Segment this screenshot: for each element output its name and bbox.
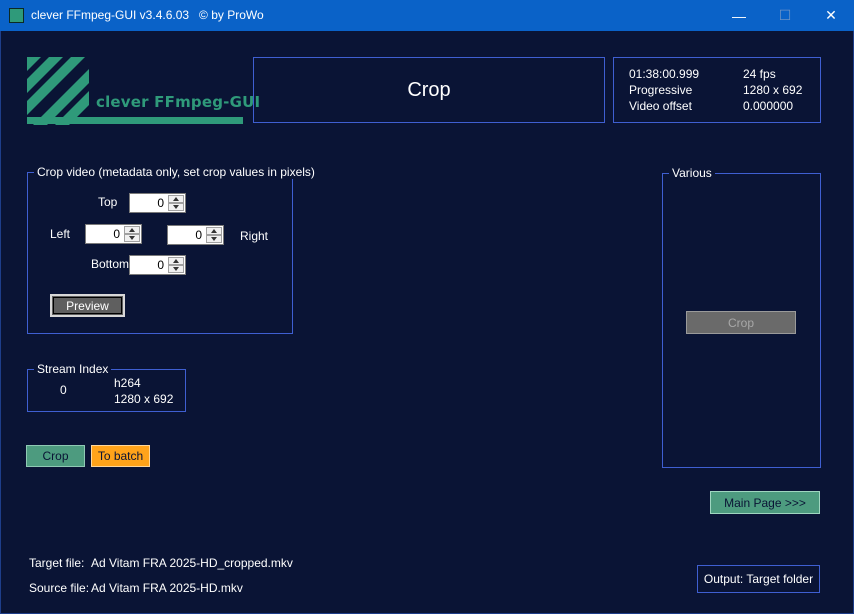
stream-resolution: 1280 x 692 (114, 392, 174, 406)
page-title-box: Crop (253, 57, 605, 123)
right-value: 0 (195, 228, 202, 242)
left-increment-icon[interactable] (124, 226, 140, 234)
top-label: Top (98, 195, 118, 209)
close-button[interactable]: ✕ (808, 0, 854, 31)
output-target-folder-button[interactable]: Output: Target folder (697, 565, 820, 593)
top-decrement-icon[interactable] (168, 203, 184, 211)
minimize-button[interactable]: — (716, 0, 762, 31)
ffmpeg-logo-icon (27, 57, 243, 125)
crop-group-label: Crop video (metadata only, set crop valu… (34, 165, 318, 179)
left-decrement-icon[interactable] (124, 234, 140, 242)
to-batch-button[interactable]: To batch (91, 445, 150, 467)
various-crop-button[interactable]: Crop (686, 311, 796, 334)
fps-value: 24 fps (743, 67, 776, 81)
video-offset-value: 0.000000 (743, 99, 794, 113)
video-info-box: 01:38:00.999 24 fps Progressive 1280 x 6… (613, 57, 821, 123)
scan-type-value: Progressive (629, 83, 693, 97)
stream-codec: h264 (114, 376, 141, 390)
various-group-label: Various (669, 166, 715, 180)
source-file-value: Ad Vitam FRA 2025-HD.mkv (91, 581, 243, 595)
bottom-stepper[interactable]: 0 (129, 255, 186, 275)
source-file-label: Source file: (29, 581, 90, 595)
target-file-label: Target file: (29, 556, 85, 570)
bottom-increment-icon[interactable] (168, 257, 184, 265)
video-offset-label: Video offset (629, 99, 692, 113)
app-icon (9, 8, 24, 23)
window-title: clever FFmpeg-GUI v3.4.6.03 © by ProWo (31, 8, 264, 22)
maximize-button[interactable]: ☐ (762, 0, 808, 31)
target-file-value: Ad Vitam FRA 2025-HD_cropped.mkv (91, 556, 293, 570)
left-stepper[interactable]: 0 (85, 224, 142, 244)
left-value: 0 (113, 227, 120, 241)
left-label: Left (50, 227, 71, 241)
bottom-decrement-icon[interactable] (168, 265, 184, 273)
title-bar[interactable]: clever FFmpeg-GUI v3.4.6.03 © by ProWo —… (0, 0, 854, 31)
right-decrement-icon[interactable] (206, 235, 222, 243)
stream-index-value: 0 (60, 383, 67, 397)
resolution-value: 1280 x 692 (743, 83, 803, 97)
bottom-label: Bottom (91, 257, 130, 271)
right-label: Right (240, 229, 269, 243)
right-stepper[interactable]: 0 (167, 225, 224, 245)
crop-button[interactable]: Crop (26, 445, 85, 467)
stream-index-label: Stream Index (34, 362, 112, 376)
main-page-button[interactable]: Main Page >>> (710, 491, 820, 514)
page-title: Crop (407, 78, 451, 101)
duration-value: 01:38:00.999 (629, 67, 700, 81)
top-increment-icon[interactable] (168, 195, 184, 203)
logo-text: clever FFmpeg-GUI (96, 93, 261, 111)
preview-button[interactable]: Preview (50, 294, 125, 317)
top-stepper[interactable]: 0 (129, 193, 186, 213)
right-increment-icon[interactable] (206, 227, 222, 235)
top-value: 0 (157, 196, 164, 210)
bottom-value: 0 (157, 258, 164, 272)
